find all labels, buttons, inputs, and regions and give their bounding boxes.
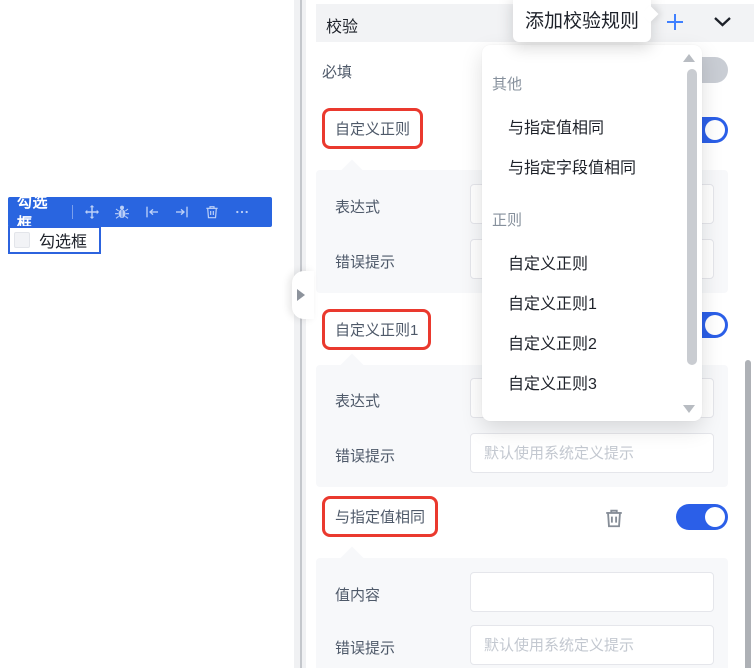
rule1-label: 自定义正则 bbox=[335, 121, 411, 138]
panel-collapse-handle[interactable] bbox=[292, 271, 314, 319]
toolbar-divider bbox=[72, 205, 74, 219]
component-toolbar: 勾选框 bbox=[8, 194, 272, 232]
checkbox-input[interactable] bbox=[14, 232, 30, 248]
dropdown-group-label: 正则 bbox=[492, 212, 523, 229]
dropdown-group-label: 其他 bbox=[492, 76, 523, 93]
rule3-highlight-box: 与指定值相同 bbox=[322, 496, 439, 537]
rule3-value-input[interactable] bbox=[470, 572, 714, 612]
validation-section-title: 校验 bbox=[326, 19, 359, 36]
add-validation-rule-button[interactable] bbox=[663, 10, 687, 34]
toggle-knob bbox=[705, 120, 725, 140]
toggle-knob bbox=[705, 507, 725, 527]
required-label: 必填 bbox=[322, 64, 353, 81]
collapse-arrow-icon bbox=[297, 289, 305, 301]
panel-scrollbar-thumb[interactable] bbox=[745, 360, 751, 668]
move-to-last-icon[interactable] bbox=[174, 204, 191, 221]
rule2-expression-label: 表达式 bbox=[335, 393, 381, 410]
add-rule-tooltip: 添加校验规则 bbox=[513, 0, 659, 42]
validation-rules-dropdown: 其他与指定值相同 与指定字段值相同正则自定义正则 自定义正则1 自定义正则2 自定义正则… bbox=[482, 45, 702, 421]
rule1-expression-label: 表达式 bbox=[335, 199, 381, 216]
validation-dropdown-list: 其他与指定值相同 与指定字段值相同正则自定义正则 自定义正则1 自定义正则2 自定义正则… bbox=[482, 53, 702, 405]
dropdown-scroll-down-icon[interactable] bbox=[683, 405, 695, 413]
dropdown-item[interactable]: 与指定字段值相同 bbox=[482, 149, 702, 189]
debug-bug-icon[interactable] bbox=[114, 204, 131, 221]
checkbox-label: 勾选框 bbox=[39, 234, 88, 251]
dropdown-item[interactable]: 自定义正则2 bbox=[482, 325, 702, 365]
panel-divider-line bbox=[300, 0, 302, 668]
checkbox-component[interactable]: 勾选框 bbox=[8, 226, 101, 254]
move-icon[interactable] bbox=[84, 204, 101, 221]
rule2-error-label: 错误提示 bbox=[335, 448, 396, 465]
rule2-highlight-box: 自定义正则1 bbox=[322, 309, 432, 350]
dropdown-item[interactable]: 自定义正则 bbox=[482, 245, 702, 285]
rule3-error-label: 错误提示 bbox=[335, 640, 396, 657]
delete-trash-icon[interactable] bbox=[203, 204, 220, 221]
collapse-section-chevron-icon[interactable] bbox=[711, 12, 733, 32]
dropdown-scrollbar-thumb[interactable] bbox=[687, 69, 697, 365]
rule2-error-input[interactable] bbox=[470, 433, 714, 473]
rule3-label: 与指定值相同 bbox=[335, 509, 426, 526]
rule1-error-label: 错误提示 bbox=[335, 254, 396, 271]
dropdown-scroll-up-icon[interactable] bbox=[683, 54, 695, 62]
rule3-error-input[interactable] bbox=[470, 625, 714, 665]
toggle-knob bbox=[705, 315, 725, 335]
rule2-label: 自定义正则1 bbox=[335, 322, 419, 339]
rule3-value-label: 值内容 bbox=[335, 587, 381, 604]
move-to-first-icon[interactable] bbox=[144, 204, 161, 221]
form-builder-screen: 勾选框 勾选框 校验 必填 自定义正则 表达式 错误提示 默认使用系统定义提示 … bbox=[0, 0, 754, 668]
rule3-toggle[interactable] bbox=[676, 504, 728, 530]
dropdown-item[interactable]: 与指定值相同 bbox=[482, 109, 702, 149]
rule1-highlight-box: 自定义正则 bbox=[322, 108, 424, 149]
dropdown-item[interactable]: 自定义正则1 bbox=[482, 285, 702, 325]
rule3-delete-trash-icon[interactable] bbox=[603, 506, 627, 532]
more-options-icon[interactable] bbox=[233, 204, 250, 221]
tooltip-text: 添加校验规则 bbox=[524, 11, 639, 32]
dropdown-item[interactable]: 自定义正则3 bbox=[482, 365, 702, 405]
